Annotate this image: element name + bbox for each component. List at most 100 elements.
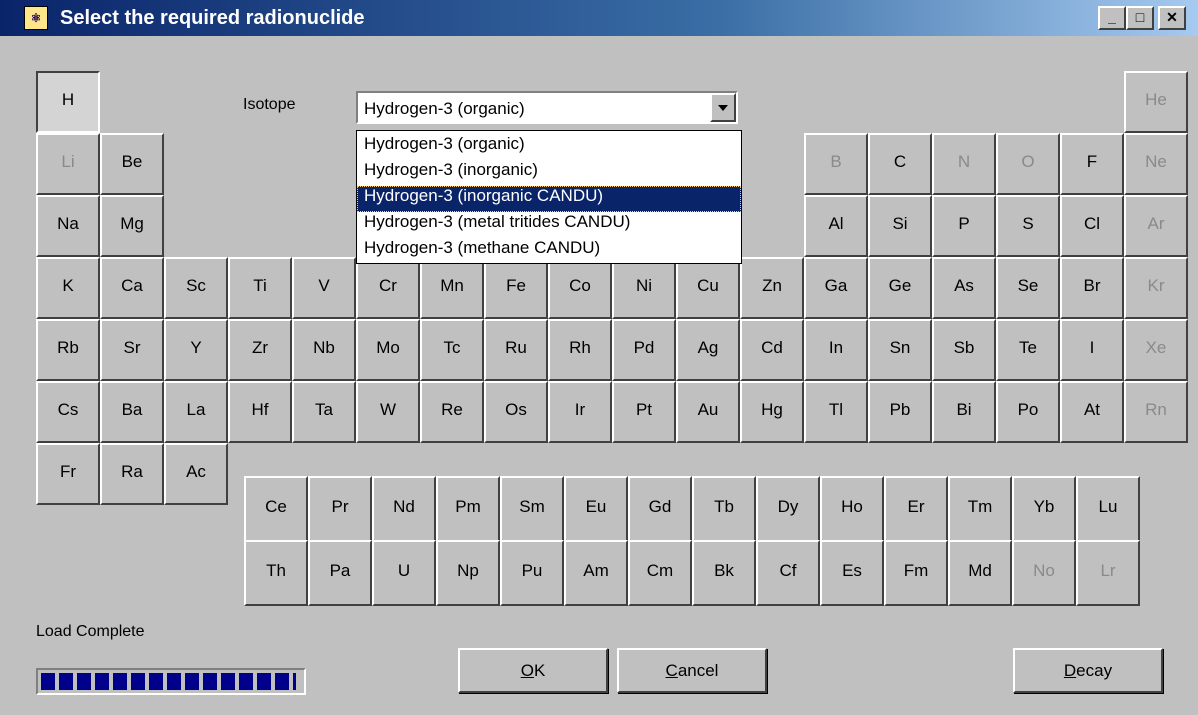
element-button-rb[interactable]: Rb [36, 319, 100, 381]
title-bar[interactable]: ⚛ Select the required radionuclide _ □ ✕ [0, 0, 1198, 36]
element-button-co[interactable]: Co [548, 257, 612, 319]
cancel-button[interactable]: Cancel [617, 648, 767, 693]
element-button-ru[interactable]: Ru [484, 319, 548, 381]
element-button-f[interactable]: F [1060, 133, 1124, 195]
element-button-ni[interactable]: Ni [612, 257, 676, 319]
element-button-tb[interactable]: Tb [692, 476, 756, 542]
element-button-u[interactable]: U [372, 540, 436, 606]
element-button-te[interactable]: Te [996, 319, 1060, 381]
isotope-option[interactable]: Hydrogen-3 (organic) [357, 134, 741, 160]
element-button-cr[interactable]: Cr [356, 257, 420, 319]
close-button[interactable]: ✕ [1158, 6, 1186, 30]
element-button-dy[interactable]: Dy [756, 476, 820, 542]
element-button-mg[interactable]: Mg [100, 195, 164, 257]
isotope-option-highlighted[interactable]: Hydrogen-3 (inorganic CANDU) [357, 186, 741, 212]
element-button-v[interactable]: V [292, 257, 356, 319]
element-button-bi[interactable]: Bi [932, 381, 996, 443]
element-button-zn[interactable]: Zn [740, 257, 804, 319]
element-button-pr[interactable]: Pr [308, 476, 372, 542]
element-button-gd[interactable]: Gd [628, 476, 692, 542]
element-button-se[interactable]: Se [996, 257, 1060, 319]
element-button-eu[interactable]: Eu [564, 476, 628, 542]
element-button-sb[interactable]: Sb [932, 319, 996, 381]
element-button-nb[interactable]: Nb [292, 319, 356, 381]
app-icon[interactable]: ⚛ [24, 6, 48, 30]
element-button-in[interactable]: In [804, 319, 868, 381]
element-button-be[interactable]: Be [100, 133, 164, 195]
element-button-pm[interactable]: Pm [436, 476, 500, 542]
element-button-tl[interactable]: Tl [804, 381, 868, 443]
isotope-option[interactable]: Hydrogen-3 (methane CANDU) [357, 238, 741, 264]
element-button-ge[interactable]: Ge [868, 257, 932, 319]
element-button-sn[interactable]: Sn [868, 319, 932, 381]
element-button-s[interactable]: S [996, 195, 1060, 257]
element-button-ac[interactable]: Ac [164, 443, 228, 505]
element-button-ce[interactable]: Ce [244, 476, 308, 542]
element-button-na[interactable]: Na [36, 195, 100, 257]
element-button-fe[interactable]: Fe [484, 257, 548, 319]
element-button-zr[interactable]: Zr [228, 319, 292, 381]
element-button-pu[interactable]: Pu [500, 540, 564, 606]
element-button-p[interactable]: P [932, 195, 996, 257]
element-button-c[interactable]: C [868, 133, 932, 195]
element-button-ra[interactable]: Ra [100, 443, 164, 505]
element-button-mo[interactable]: Mo [356, 319, 420, 381]
element-button-la[interactable]: La [164, 381, 228, 443]
ok-button[interactable]: OK [458, 648, 608, 693]
element-button-ti[interactable]: Ti [228, 257, 292, 319]
dropdown-arrow-button[interactable] [710, 93, 736, 122]
element-button-ho[interactable]: Ho [820, 476, 884, 542]
element-button-i[interactable]: I [1060, 319, 1124, 381]
isotope-option[interactable]: Hydrogen-3 (metal tritides CANDU) [357, 212, 741, 238]
element-button-si[interactable]: Si [868, 195, 932, 257]
element-button-ag[interactable]: Ag [676, 319, 740, 381]
isotope-select[interactable]: Hydrogen-3 (organic) [356, 91, 738, 124]
element-button-cs[interactable]: Cs [36, 381, 100, 443]
element-button-k[interactable]: K [36, 257, 100, 319]
element-button-y[interactable]: Y [164, 319, 228, 381]
element-button-pt[interactable]: Pt [612, 381, 676, 443]
element-button-es[interactable]: Es [820, 540, 884, 606]
element-button-am[interactable]: Am [564, 540, 628, 606]
maximize-button[interactable]: □ [1126, 6, 1154, 30]
element-button-au[interactable]: Au [676, 381, 740, 443]
element-button-er[interactable]: Er [884, 476, 948, 542]
element-button-nd[interactable]: Nd [372, 476, 436, 542]
element-button-ca[interactable]: Ca [100, 257, 164, 319]
element-button-hg[interactable]: Hg [740, 381, 804, 443]
element-button-tm[interactable]: Tm [948, 476, 1012, 542]
element-button-yb[interactable]: Yb [1012, 476, 1076, 542]
element-button-h[interactable]: H [36, 71, 100, 133]
element-button-pa[interactable]: Pa [308, 540, 372, 606]
element-button-pb[interactable]: Pb [868, 381, 932, 443]
element-button-th[interactable]: Th [244, 540, 308, 606]
element-button-hf[interactable]: Hf [228, 381, 292, 443]
element-button-cm[interactable]: Cm [628, 540, 692, 606]
element-button-pd[interactable]: Pd [612, 319, 676, 381]
element-button-at[interactable]: At [1060, 381, 1124, 443]
element-button-re[interactable]: Re [420, 381, 484, 443]
element-button-sm[interactable]: Sm [500, 476, 564, 542]
element-button-rh[interactable]: Rh [548, 319, 612, 381]
element-button-ir[interactable]: Ir [548, 381, 612, 443]
minimize-button[interactable]: _ [1098, 6, 1126, 30]
element-button-mn[interactable]: Mn [420, 257, 484, 319]
element-button-w[interactable]: W [356, 381, 420, 443]
element-button-sr[interactable]: Sr [100, 319, 164, 381]
element-button-fm[interactable]: Fm [884, 540, 948, 606]
element-button-ga[interactable]: Ga [804, 257, 868, 319]
element-button-br[interactable]: Br [1060, 257, 1124, 319]
element-button-np[interactable]: Np [436, 540, 500, 606]
element-button-cu[interactable]: Cu [676, 257, 740, 319]
isotope-option[interactable]: Hydrogen-3 (inorganic) [357, 160, 741, 186]
element-button-cd[interactable]: Cd [740, 319, 804, 381]
element-button-bk[interactable]: Bk [692, 540, 756, 606]
element-button-ba[interactable]: Ba [100, 381, 164, 443]
element-button-os[interactable]: Os [484, 381, 548, 443]
element-button-as[interactable]: As [932, 257, 996, 319]
element-button-cf[interactable]: Cf [756, 540, 820, 606]
element-button-al[interactable]: Al [804, 195, 868, 257]
element-button-sc[interactable]: Sc [164, 257, 228, 319]
element-button-lu[interactable]: Lu [1076, 476, 1140, 542]
element-button-po[interactable]: Po [996, 381, 1060, 443]
